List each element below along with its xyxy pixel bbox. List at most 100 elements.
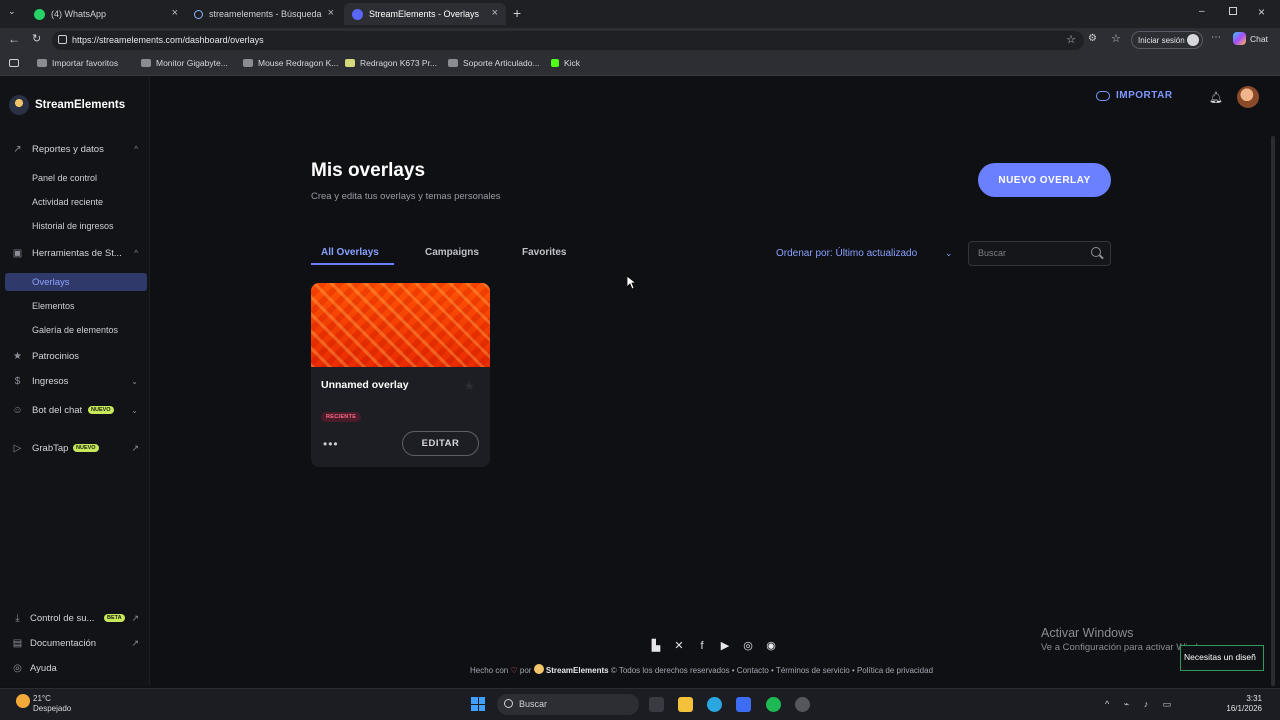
signin-button[interactable]: Iniciar sesión [1131, 31, 1203, 49]
facebook-icon[interactable]: f [696, 640, 708, 652]
app-icon[interactable] [795, 697, 810, 712]
extensions-icon[interactable]: ⚙ [1088, 33, 1097, 44]
sidebar-item-chatbot[interactable]: ☺ Bot del chat NUEVO ⌄ [0, 404, 150, 416]
system-tray[interactable]: ^ ⌁ ♪ ▭ [1105, 699, 1171, 710]
footer-brand[interactable]: StreamElements [546, 666, 609, 675]
minimize-icon[interactable]: – [1199, 6, 1205, 17]
favorites-icon[interactable]: ☆ [1111, 32, 1121, 45]
maximize-icon[interactable] [1229, 7, 1237, 15]
sort-dropdown[interactable]: Ordenar por: Último actualizado ⌄ [776, 248, 953, 259]
weather-desc: Despejado [33, 704, 72, 713]
favorite-star-icon[interactable]: ★ [464, 379, 475, 393]
close-tab-icon[interactable]: × [492, 7, 498, 19]
tab-whatsapp[interactable]: (4) WhatsApp × [26, 3, 186, 25]
bookmark-label: Monitor Gigabyte... [156, 58, 228, 68]
tab-overlays[interactable]: StreamElements - Overlays × [344, 3, 506, 25]
x-icon[interactable]: ✕ [673, 640, 685, 652]
external-link-icon: ↗ [131, 637, 139, 648]
footer-rights[interactable]: © Todos los derechos reservados • Contac… [611, 666, 933, 675]
edge-icon[interactable] [707, 697, 722, 712]
sidebar-item-label: Overlays [32, 276, 70, 288]
close-window-icon[interactable]: × [1258, 5, 1265, 19]
sidebar-item-sponsorships[interactable]: ★ Patrocinios [0, 350, 150, 362]
overlay-card[interactable]: Unnamed overlay ★ RECIENTE ••• EDITAR [311, 283, 490, 467]
brand-logo[interactable]: StreamElements [9, 95, 125, 115]
scrollbar[interactable] [1271, 136, 1275, 686]
more-options-icon[interactable]: ••• [323, 437, 339, 451]
tab-list-chevron-icon[interactable]: ⌄ [8, 6, 16, 17]
file-explorer-icon[interactable] [678, 697, 693, 712]
volume-icon[interactable]: ♪ [1144, 699, 1149, 709]
search-input[interactable] [978, 248, 1088, 258]
bookmark-kick[interactable]: Kick [551, 58, 580, 68]
sidebar-item-revenue[interactable]: $ Ingresos ⌄ [0, 375, 150, 387]
task-view-icon[interactable] [649, 697, 664, 712]
youtube-icon[interactable]: ▶ [719, 640, 731, 652]
sidebar-item-grabtap[interactable]: ▷ GrabTap NUEVO ↗ [0, 442, 150, 454]
copilot-chat-button[interactable]: Chat [1233, 32, 1268, 45]
address-bar: ← ↻ https://streamelements.com/dashboard… [0, 28, 1280, 52]
tab-favorites[interactable]: Favorites [522, 247, 566, 258]
close-tab-icon[interactable]: × [328, 7, 334, 19]
network-icon[interactable]: ⌁ [1124, 699, 1129, 709]
twitch-icon[interactable]: ▙ [650, 640, 662, 652]
site-info-icon[interactable] [58, 35, 67, 44]
footer-by: por [519, 666, 532, 675]
bookmark-keyboard[interactable]: Redragon K673 Pr... [345, 58, 437, 68]
search-icon[interactable] [1091, 247, 1101, 257]
tab-all-overlays[interactable]: All Overlays [321, 247, 379, 258]
sidebar-item-tools[interactable]: ▣ Herramientas de St... ^ [0, 247, 150, 259]
sun-icon [16, 694, 30, 708]
bookmark-mouse[interactable]: Mouse Redragon K... [243, 58, 338, 68]
windows-start-icon[interactable] [471, 697, 485, 711]
sidebar-item-elements[interactable]: Elementos [0, 300, 150, 312]
social-links: ▙ ✕ f ▶ ◎ ◉ [650, 640, 777, 652]
sidebar-item-dashboard[interactable]: Panel de control [0, 172, 150, 184]
bookmark-monitor[interactable]: Monitor Gigabyte... [141, 58, 228, 68]
new-tab-icon[interactable]: + [513, 5, 521, 21]
bell-icon[interactable]: 🔔︎ [1209, 91, 1223, 104]
bookmark-soporte[interactable]: Soporte Articulado... [448, 58, 540, 68]
sidebar-item-control[interactable]: ⤓ Control de su... BETA ↗ [0, 612, 150, 624]
chat-popup[interactable]: Necesitas un diseñ [1180, 645, 1264, 671]
import-button[interactable]: IMPORTAR [1096, 90, 1173, 101]
avatar[interactable] [1237, 86, 1259, 108]
brand-name: StreamElements [35, 99, 126, 111]
chevron-up-icon[interactable]: ^ [1105, 699, 1109, 709]
sidebar-item-label: Herramientas de St... [32, 247, 122, 259]
bookmark-label: Kick [564, 58, 581, 68]
spotify-icon[interactable] [766, 697, 781, 712]
discord-icon[interactable]: ◉ [765, 640, 777, 652]
sidebar-item-overlays[interactable]: Overlays [5, 273, 147, 291]
bookmark-import[interactable]: Importar favoritos [37, 58, 118, 68]
taskbar-search[interactable]: Buscar [497, 694, 639, 715]
sidebar-item-docs[interactable]: ▤ Documentación ↗ [0, 637, 150, 649]
cloud-upload-icon [1096, 90, 1110, 101]
sidebar-item-label: Ingresos [32, 375, 69, 387]
streamelements-icon [352, 8, 363, 20]
sidebar-toggle-icon[interactable] [9, 59, 19, 67]
more-options-icon[interactable]: ⋯ [1211, 32, 1221, 43]
tab-campaigns[interactable]: Campaigns [425, 247, 479, 258]
clock[interactable]: 3:31 16/1/2026 [1222, 694, 1262, 714]
sidebar-item-income-history[interactable]: Historial de ingresos [0, 220, 150, 232]
back-icon[interactable]: ← [8, 32, 20, 46]
store-icon[interactable] [736, 697, 751, 712]
battery-icon[interactable]: ▭ [1163, 699, 1172, 709]
tab-search[interactable]: streamelements - Búsqueda × [186, 3, 342, 25]
overlay-thumbnail[interactable] [311, 283, 490, 367]
instagram-icon[interactable]: ◎ [742, 640, 754, 652]
sidebar-item-help[interactable]: ◎ Ayuda [0, 662, 150, 674]
sidebar-item-gallery[interactable]: Galería de elementos [0, 324, 150, 336]
edit-button[interactable]: EDITAR [402, 431, 479, 456]
sidebar-item-reports[interactable]: ↗ Reportes y datos ^ [0, 143, 150, 155]
new-overlay-button[interactable]: NUEVO OVERLAY [978, 163, 1111, 197]
reload-icon[interactable]: ↻ [32, 32, 41, 45]
favorite-star-icon[interactable]: ☆ [1066, 33, 1076, 46]
sidebar-item-label: Bot del chat [32, 404, 83, 416]
search-field[interactable] [968, 241, 1111, 266]
sidebar-item-activity[interactable]: Actividad reciente [0, 196, 150, 208]
search-icon [194, 9, 203, 19]
url-input[interactable]: https://streamelements.com/dashboard/ove… [52, 31, 1084, 50]
close-tab-icon[interactable]: × [172, 7, 178, 19]
